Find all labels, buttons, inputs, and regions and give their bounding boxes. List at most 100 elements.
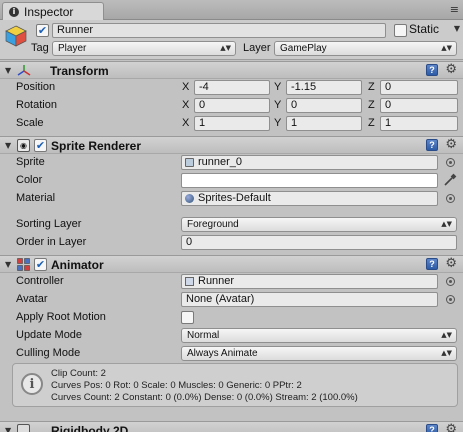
gear-icon[interactable]: ⚙: [445, 423, 457, 432]
avatar-object-field[interactable]: None (Avatar): [181, 292, 438, 307]
tag-dropdown[interactable]: Player ▲▼: [52, 41, 236, 56]
static-dropdown-arrow-icon[interactable]: ▼: [454, 22, 460, 35]
sprite-label: Sprite: [16, 156, 45, 168]
chevron-updown-icon: ▲▼: [441, 349, 452, 357]
tab-inspector-label: Inspector: [24, 4, 74, 19]
foldout-expanded-icon[interactable]: ▼: [5, 426, 11, 432]
material-sphere-icon: [185, 194, 194, 203]
position-y-field[interactable]: -1.15: [286, 80, 362, 95]
sprite-renderer-title: Sprite Renderer: [51, 139, 142, 153]
update-mode-dropdown[interactable]: Normal ▲▼: [181, 328, 457, 343]
gameobject-name-field[interactable]: Runner: [52, 23, 386, 38]
rigidbody2d-header[interactable]: ▼ Rigidbody 2D ? ⚙: [0, 421, 463, 432]
transform-axes-icon: [17, 65, 31, 76]
eyedropper-icon[interactable]: [443, 173, 457, 187]
chevron-updown-icon: ▲▼: [220, 44, 231, 52]
update-mode-label: Update Mode: [16, 329, 83, 341]
animator-controller-icon: [185, 277, 194, 286]
scale-y-field[interactable]: 1: [286, 116, 362, 131]
sprite-object-field[interactable]: runner_0: [181, 155, 438, 170]
apply-root-motion-checkbox[interactable]: ✔: [181, 311, 194, 324]
sorting-layer-value: Foreground: [187, 219, 239, 230]
scale-x-field[interactable]: 1: [194, 116, 270, 131]
position-z-field[interactable]: 0: [380, 80, 458, 95]
object-picker-icon[interactable]: [446, 194, 455, 203]
color-label: Color: [16, 174, 43, 186]
tag-value: Player: [58, 43, 87, 54]
gear-icon[interactable]: ⚙: [445, 257, 457, 271]
gameobject-header: ✔ Runner ✔ Static ▼ Tag Player ▲▼ Layer …: [0, 20, 463, 60]
info-curves-count: Curves Count: 2 Constant: 0 (0.0%) Dense…: [51, 392, 358, 403]
foldout-expanded-icon[interactable]: ▼: [5, 260, 11, 269]
help-icon[interactable]: ?: [426, 64, 438, 76]
rotation-z-field[interactable]: 0: [380, 98, 458, 113]
material-value: Sprites-Default: [198, 192, 271, 204]
scale-y-label[interactable]: Y: [274, 116, 281, 131]
info-clip-count: Clip Count: 2: [51, 368, 106, 379]
foldout-expanded-icon[interactable]: ▼: [5, 141, 11, 150]
animator-title: Animator: [51, 258, 104, 272]
scale-x-label[interactable]: X: [182, 116, 189, 131]
culling-mode-value: Always Animate: [187, 348, 258, 359]
tab-inspector[interactable]: i Inspector: [2, 2, 104, 20]
scale-z-label[interactable]: Z: [368, 116, 375, 131]
rotation-y-label[interactable]: Y: [274, 98, 281, 113]
gear-icon[interactable]: ⚙: [445, 138, 457, 152]
help-icon[interactable]: ?: [426, 139, 438, 151]
animator-enabled-checkbox[interactable]: ✔: [34, 258, 47, 271]
object-picker-icon[interactable]: [446, 158, 455, 167]
animator-header[interactable]: ▼ ✔ Animator ? ⚙: [0, 255, 463, 273]
material-object-field[interactable]: Sprites-Default: [181, 191, 438, 206]
layer-value: GamePlay: [280, 43, 327, 54]
object-picker-icon[interactable]: [446, 295, 455, 304]
help-icon[interactable]: ?: [426, 424, 438, 432]
avatar-label: Avatar: [16, 293, 48, 305]
apply-root-motion-label: Apply Root Motion: [16, 311, 106, 323]
gear-icon[interactable]: ⚙: [445, 63, 457, 77]
sprite-asset-icon: [185, 158, 194, 167]
foldout-expanded-icon[interactable]: ▼: [5, 66, 11, 75]
culling-mode-dropdown[interactable]: Always Animate ▲▼: [181, 346, 457, 361]
order-in-layer-label: Order in Layer: [16, 236, 87, 248]
gameobject-cube-icon: [5, 25, 27, 47]
object-picker-icon[interactable]: [446, 277, 455, 286]
animator-icon: [17, 258, 30, 271]
gameobject-active-checkbox[interactable]: ✔: [36, 24, 49, 37]
position-x-field[interactable]: -4: [194, 80, 270, 95]
rotation-y-field[interactable]: 0: [286, 98, 362, 113]
transform-title: Transform: [50, 64, 109, 78]
rigidbody2d-icon: [17, 424, 30, 432]
layer-dropdown[interactable]: GamePlay ▲▼: [274, 41, 457, 56]
help-icon[interactable]: ?: [426, 258, 438, 270]
panel-menu-icon[interactable]: ≡: [450, 3, 459, 16]
sorting-layer-label: Sorting Layer: [16, 218, 82, 230]
scale-z-field[interactable]: 1: [380, 116, 458, 131]
sprite-renderer-enabled-checkbox[interactable]: ✔: [34, 139, 47, 152]
rotation-x-field[interactable]: 0: [194, 98, 270, 113]
sorting-layer-dropdown[interactable]: Foreground ▲▼: [181, 217, 457, 232]
info-icon: i: [21, 373, 43, 395]
rotation-x-label[interactable]: X: [182, 98, 189, 113]
rigidbody2d-title: Rigidbody 2D: [51, 424, 129, 432]
rotation-label: Rotation: [16, 99, 57, 111]
info-icon: i: [9, 6, 19, 17]
position-y-label[interactable]: Y: [274, 80, 281, 95]
tag-label: Tag: [31, 42, 49, 54]
transform-header[interactable]: ▼ Transform ? ⚙: [0, 61, 463, 79]
controller-object-field[interactable]: Runner: [181, 274, 438, 289]
sprite-renderer-header[interactable]: ▼ ◉ ✔ Sprite Renderer ? ⚙: [0, 136, 463, 154]
inspector-tab-bar: i Inspector ≡: [0, 0, 463, 20]
update-mode-value: Normal: [187, 330, 220, 341]
controller-value: Runner: [198, 275, 235, 287]
rotation-z-label[interactable]: Z: [368, 98, 375, 113]
layer-label: Layer: [243, 42, 271, 54]
order-in-layer-field[interactable]: 0: [181, 235, 457, 250]
static-checkbox[interactable]: ✔: [394, 24, 407, 37]
info-curves-pos: Curves Pos: 0 Rot: 0 Scale: 0 Muscles: 0…: [51, 380, 302, 391]
scale-label: Scale: [16, 117, 44, 129]
color-field[interactable]: [181, 173, 438, 188]
position-z-label[interactable]: Z: [368, 80, 375, 95]
static-label: Static: [409, 22, 440, 36]
controller-label: Controller: [16, 275, 64, 287]
position-x-label[interactable]: X: [182, 80, 189, 95]
